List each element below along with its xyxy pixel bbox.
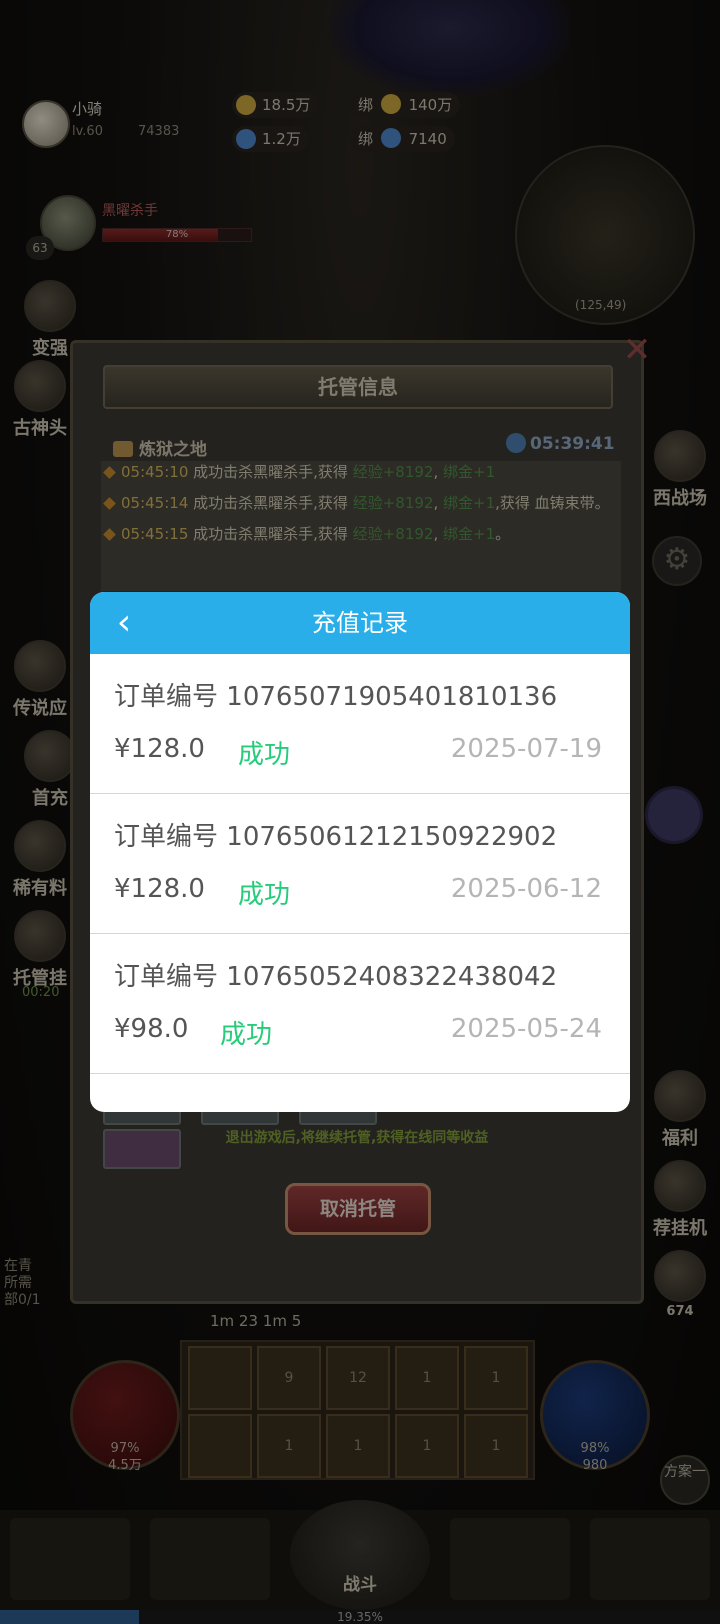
order-date: 2025-07-19 [450,734,602,764]
order-row[interactable]: 订单编号 10765071905401810136 ¥128.0 成功 2025… [90,654,630,794]
order-amount: ¥128.0 [114,734,205,764]
order-number: 订单编号 10765071905401810136 [114,682,558,712]
order-row[interactable]: 订单编号 10765061212150922902 ¥128.0 成功 2025… [90,794,630,934]
order-amount: ¥98.0 [114,1014,189,1044]
dialog-header: ‹ 充值记录 [90,592,630,654]
order-number: 订单编号 10765061212150922902 [114,822,558,852]
game-screen: 小骑 lv.60 74383 18.5万 1.2万 绑 140万 绑 7140 … [0,0,720,1624]
order-date: 2025-06-12 [450,874,602,904]
order-status: 成功 [220,1020,273,1050]
dialog-title: 充值记录 [312,609,408,637]
order-row[interactable]: 订单编号 10765052408322438042 ¥98.0 成功 2025-… [90,934,630,1074]
order-status: 成功 [238,740,291,770]
order-date: 2025-05-24 [450,1014,602,1044]
order-number: 订单编号 10765052408322438042 [114,962,558,992]
recharge-record-dialog: ‹ 充值记录 订单编号 10765071905401810136 ¥128.0 … [90,592,630,1112]
order-amount: ¥128.0 [114,874,205,904]
order-status: 成功 [238,880,291,910]
